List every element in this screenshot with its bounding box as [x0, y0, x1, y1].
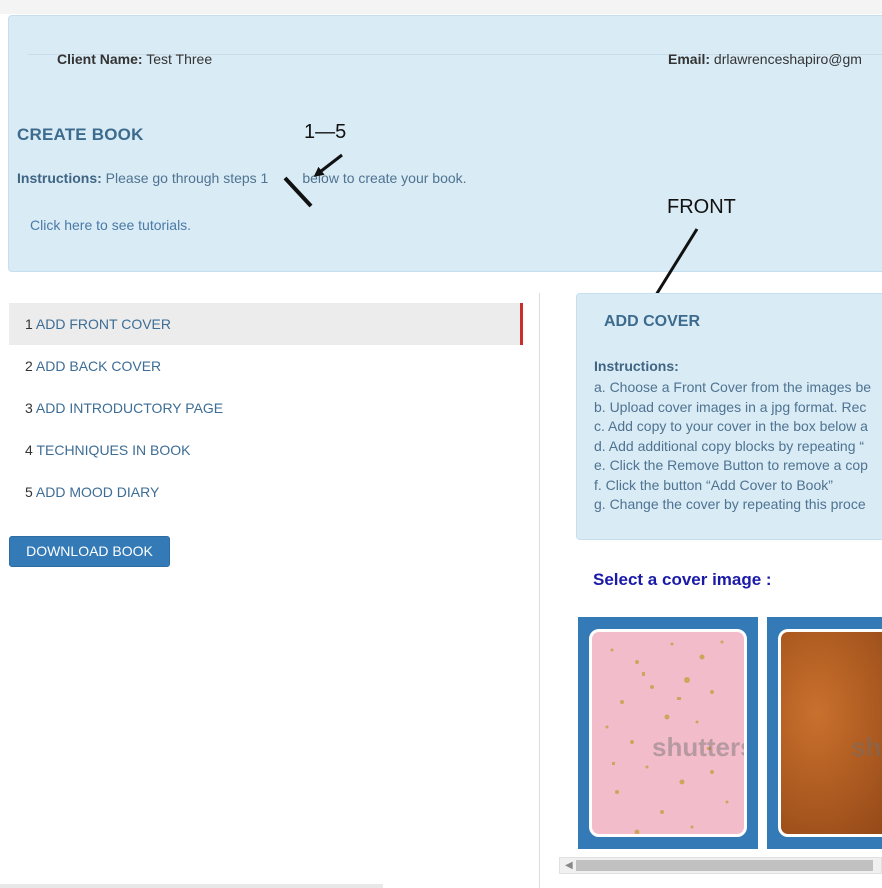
page-title: CREATE BOOK: [17, 125, 144, 144]
cover-thumbnail-leather[interactable]: sh: [767, 617, 882, 849]
step-number: 3: [25, 400, 33, 416]
instructions-text-a: Please go through steps 1: [101, 170, 269, 186]
instruction-step: d. Add additional copy blocks by repeati…: [594, 437, 865, 454]
add-cover-panel: ADD COVER Instructions: a. Choose a Fron…: [576, 293, 882, 540]
client-name-label: Client Name:: [57, 51, 143, 67]
step-number: 1: [25, 316, 33, 332]
scrollbar-thumb[interactable]: [576, 860, 873, 871]
sidebar-item-add-mood-diary[interactable]: 5 ADD MOOD DIARY: [9, 471, 523, 513]
step-number: 2: [25, 358, 33, 374]
step-label: ADD FRONT COVER: [35, 316, 172, 332]
step-number: 5: [25, 484, 33, 500]
bottom-strip: [0, 884, 383, 888]
sidebar-item-add-introductory-page[interactable]: 3 ADD INTRODUCTORY PAGE: [9, 387, 523, 429]
cover-instructions-label: Instructions:: [594, 358, 679, 374]
steps-range-annotation: 1—5: [304, 121, 347, 143]
sidebar-item-techniques-in-book[interactable]: 4 TECHNIQUES IN BOOK: [9, 429, 523, 471]
steps-sidebar: 1 ADD FRONT COVER 2 ADD BACK COVER 3 ADD…: [9, 303, 523, 513]
client-email: Email: drlawrenceshapiro@gm: [668, 51, 862, 67]
instruction-step: a. Choose a Front Cover from the images …: [594, 379, 872, 395]
email-value: drlawrenceshapiro@gm: [710, 51, 862, 67]
thumbnail-image: shutters: [589, 629, 747, 837]
instructions-label: Instructions:: [17, 170, 102, 186]
sidebar-item-add-front-cover[interactable]: 1 ADD FRONT COVER: [9, 303, 523, 345]
instruction-step: g. Change the cover by repeating this pr…: [594, 496, 866, 512]
step-label: TECHNIQUES IN BOOK: [36, 442, 191, 458]
instruction-step: b. Upload cover images in a jpg format. …: [594, 398, 867, 415]
column-divider: [539, 293, 540, 888]
select-cover-heading: Select a cover image :: [593, 570, 772, 589]
front-annotation: FRONT: [667, 196, 736, 218]
email-label: Email:: [668, 51, 711, 67]
horizontal-scrollbar[interactable]: ◀: [559, 857, 882, 874]
instructions-text-b: below to create your book.: [302, 170, 467, 186]
cover-thumbnail-pink-gold[interactable]: shutters: [578, 617, 758, 849]
instruction-step: c. Add copy to your cover in the box bel…: [594, 418, 868, 434]
instruction-step: e. Click the Remove Button to remove a c…: [594, 457, 868, 473]
cover-instructions-list: a. Choose a Front Cover from the images …: [594, 378, 871, 515]
client-name: Client Name: Test Three: [57, 51, 212, 67]
step-label: ADD MOOD DIARY: [35, 484, 160, 500]
download-book-button[interactable]: DOWNLOAD BOOK: [9, 536, 170, 567]
watermark-text: sh: [851, 732, 882, 762]
scroll-left-icon[interactable]: ◀: [565, 860, 573, 871]
step-label: ADD INTRODUCTORY PAGE: [35, 400, 224, 416]
tutorials-link[interactable]: Click here to see tutorials.: [30, 217, 191, 233]
top-strip: [0, 0, 882, 14]
step-label: ADD BACK COVER: [35, 358, 162, 374]
step-number: 4: [25, 442, 33, 458]
add-cover-title: ADD COVER: [604, 313, 701, 330]
create-instructions: Instructions: Please go through steps 1 b…: [17, 170, 467, 186]
sidebar-item-add-back-cover[interactable]: 2 ADD BACK COVER: [9, 345, 523, 387]
watermark-text: shutters: [652, 732, 747, 762]
client-name-value: Test Three: [142, 51, 213, 67]
instruction-step: f. Click the button “Add Cover to Book”: [594, 476, 833, 493]
thumbnail-image: sh: [778, 629, 882, 837]
